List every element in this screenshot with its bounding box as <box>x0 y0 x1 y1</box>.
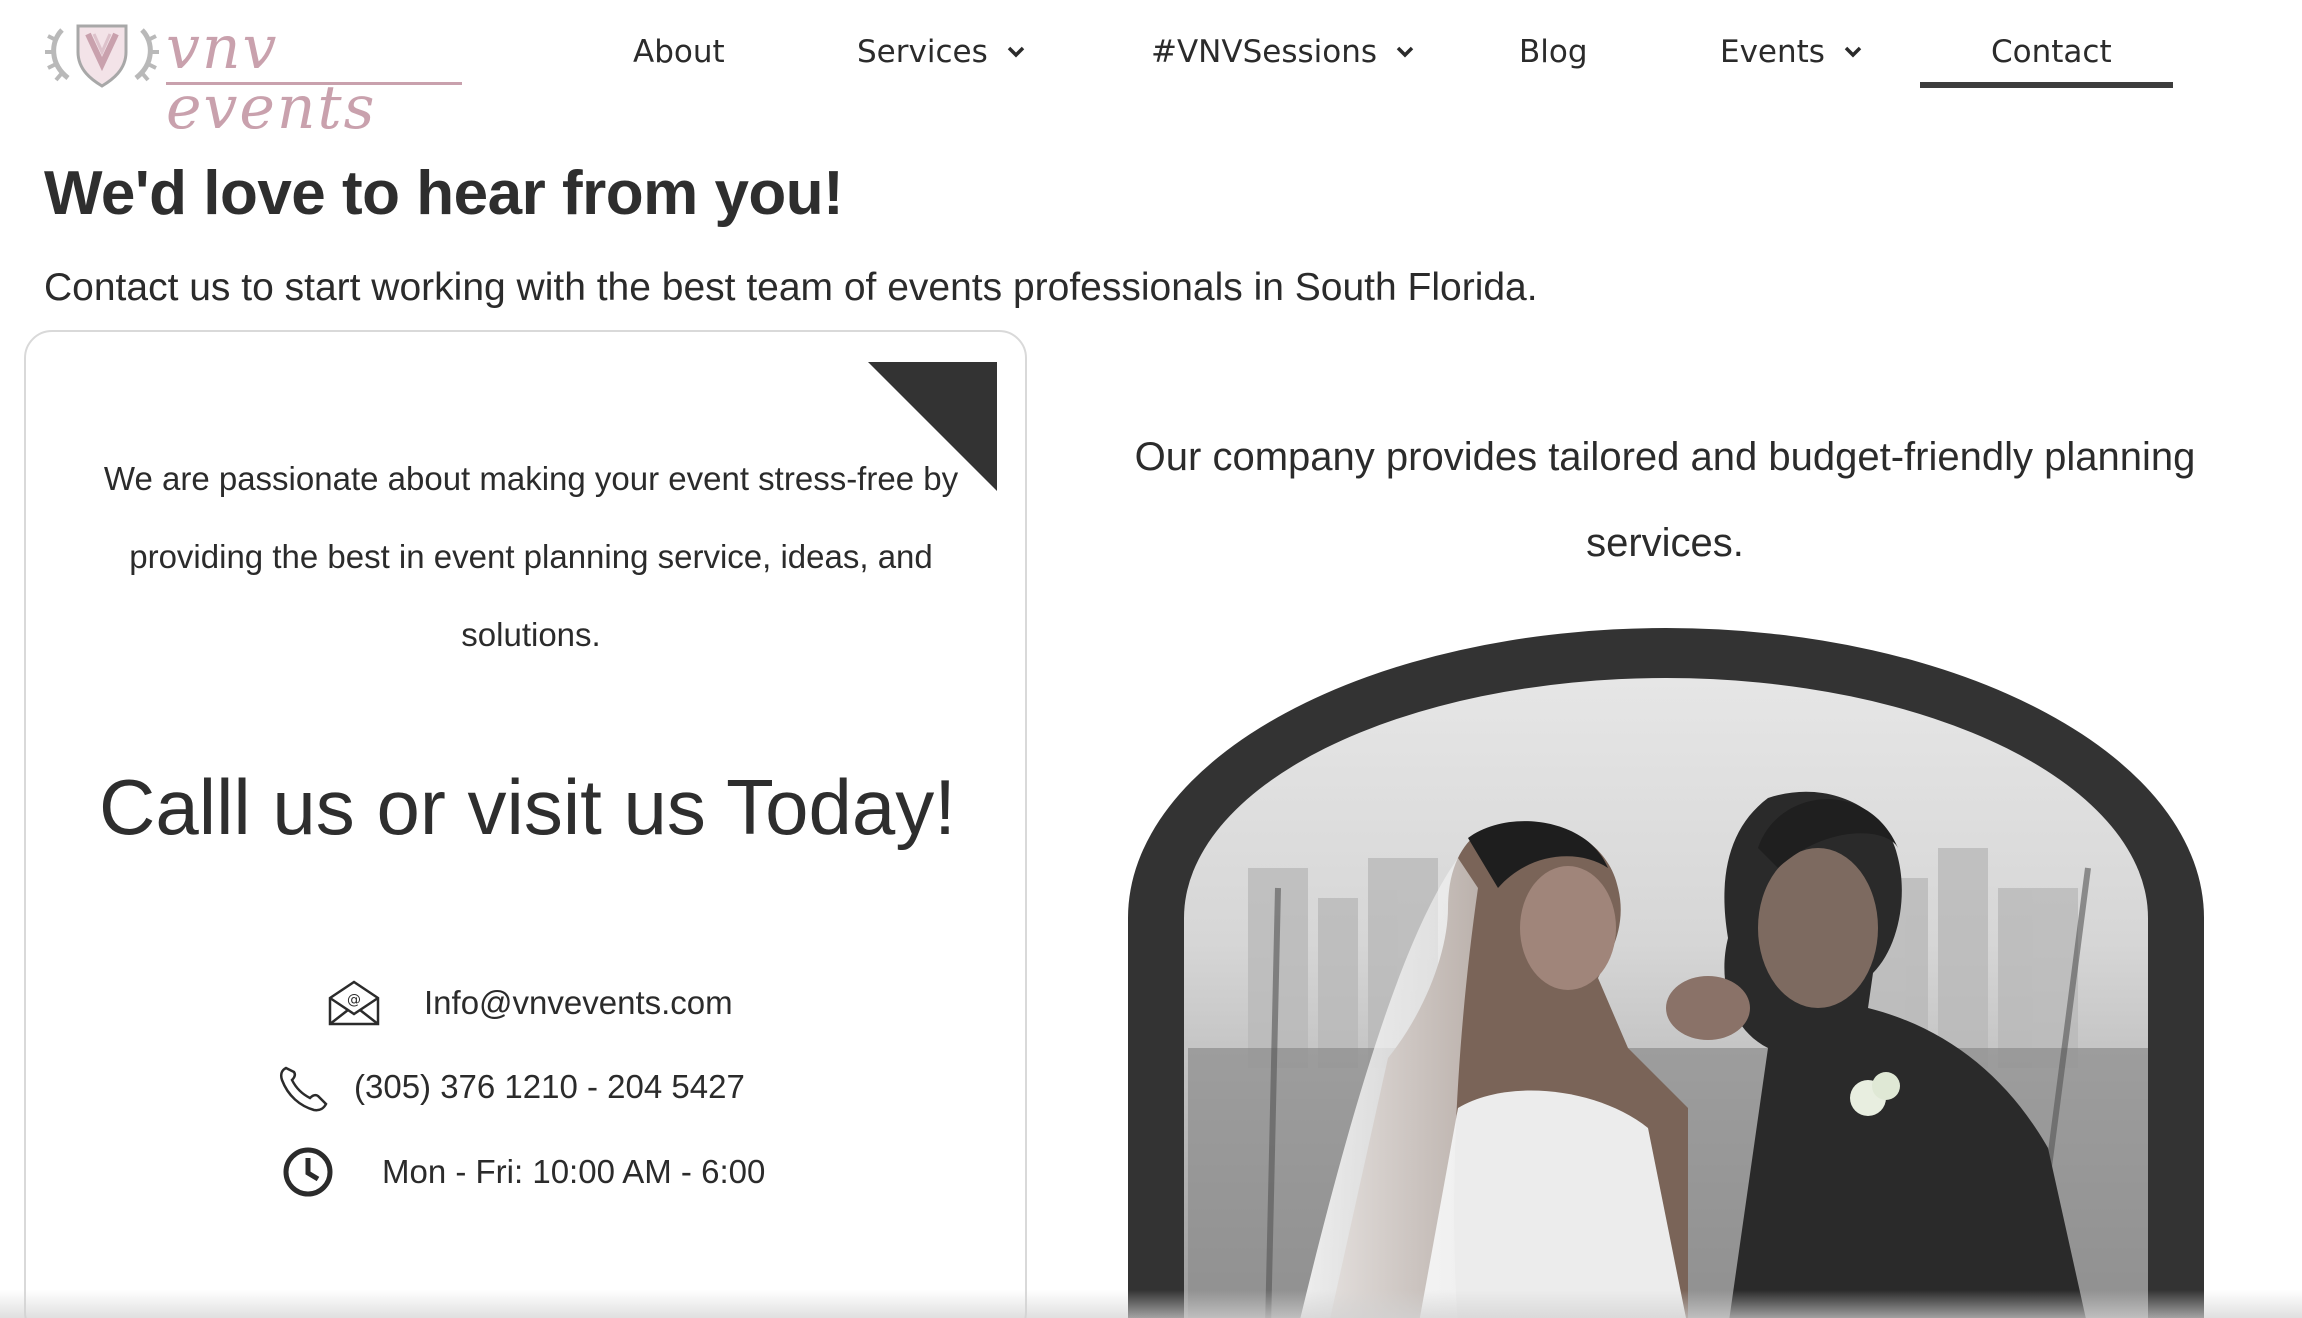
envelope-icon: @ <box>326 978 382 1028</box>
phone-icon <box>278 1062 332 1112</box>
clock-icon <box>282 1146 334 1198</box>
nav-vnvsessions[interactable]: #VNVSessions <box>1151 24 1415 80</box>
contact-hours-text: Mon - Fri: 10:00 AM - 6:00 <box>382 1153 766 1190</box>
nav-services[interactable]: Services <box>857 24 1026 80</box>
logo-crest-icon <box>45 24 159 88</box>
contact-page: vnv events About Services #VNVSessions B… <box>0 0 2302 1318</box>
company-description: Our company provides tailored and budget… <box>1134 435 2196 565</box>
nav-vnvsessions-label: #VNVSessions <box>1151 34 1378 70</box>
site-logo[interactable]: vnv events <box>42 12 462 138</box>
logo-underline <box>166 82 462 85</box>
bottom-scroll-shadow <box>0 1290 2302 1318</box>
contact-phone-row[interactable]: (305) 376 1210 - 204 5427 <box>278 1062 745 1112</box>
page-title: We'd love to hear from you! <box>44 159 844 228</box>
nav-blog-label: Blog <box>1519 34 1588 70</box>
logo-text: vnv events <box>166 13 377 143</box>
nav-services-label: Services <box>857 34 988 70</box>
nav-contact[interactable]: Contact <box>1991 24 2112 80</box>
nav-contact-label: Contact <box>1991 34 2112 70</box>
contact-email-row[interactable]: @ Info@vnvevents.com <box>326 978 733 1028</box>
nav-about[interactable]: About <box>633 24 725 80</box>
chevron-down-icon[interactable] <box>1843 45 1863 59</box>
card-intro-text: We are passionate about making your even… <box>103 460 959 653</box>
nav-active-indicator <box>1920 82 2173 88</box>
nav-blog[interactable]: Blog <box>1519 24 1588 80</box>
wedding-couple-photo <box>1128 628 2204 1318</box>
nav-events[interactable]: Events <box>1720 24 1863 80</box>
chevron-down-icon[interactable] <box>1006 45 1026 59</box>
wedding-photo-arch <box>1128 628 2204 1318</box>
svg-text:@: @ <box>347 992 361 1008</box>
page-subtitle: Contact us to start working with the bes… <box>44 266 1538 309</box>
contact-hours-row: Mon - Fri: 10:00 AM - 6:00 <box>282 1146 765 1198</box>
card-heading: Calll us or visit us Today! <box>99 763 956 851</box>
chevron-down-icon[interactable] <box>1395 45 1415 59</box>
nav-events-label: Events <box>1720 34 1825 70</box>
contact-card: We are passionate about making your even… <box>24 330 1027 1318</box>
nav-about-label: About <box>633 34 725 70</box>
contact-email-text[interactable]: Info@vnvevents.com <box>424 984 733 1022</box>
contact-phone-text[interactable]: (305) 376 1210 - 204 5427 <box>354 1068 745 1106</box>
